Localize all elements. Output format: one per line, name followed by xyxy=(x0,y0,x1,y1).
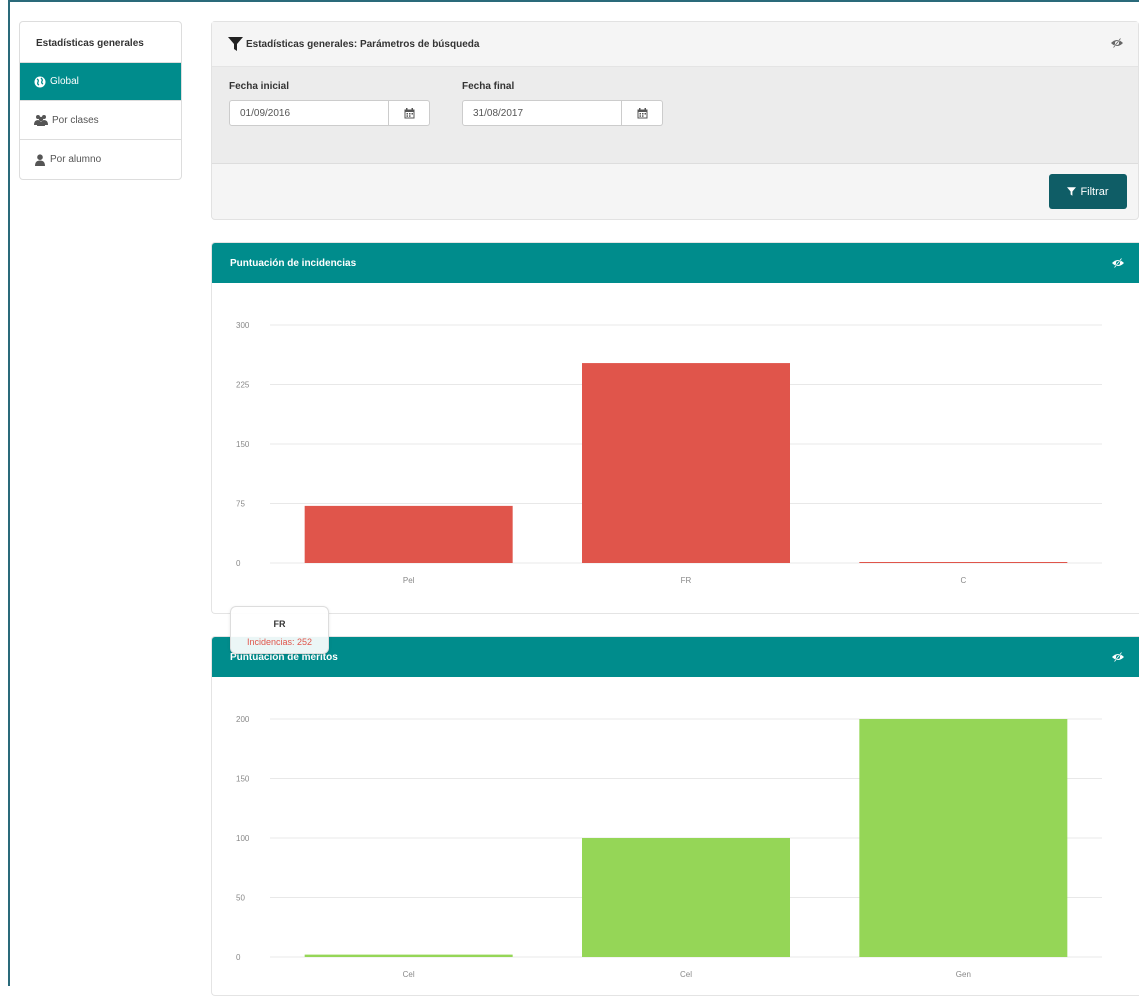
filter-button[interactable]: Filtrar xyxy=(1049,174,1127,209)
x-tick-label: Pel xyxy=(403,576,415,585)
filter-panel-title: Estadísticas generales: Parámetros de bú… xyxy=(246,38,480,50)
sidebar-item-por-alumno[interactable]: Por alumno xyxy=(20,140,181,179)
y-tick-label: 0 xyxy=(236,559,241,568)
filter-button-label: Filtrar xyxy=(1080,185,1109,198)
end-date-input[interactable] xyxy=(462,100,622,126)
end-date-calendar-button[interactable] xyxy=(622,100,663,126)
filter-panel-header: Estadísticas generales: Parámetros de bú… xyxy=(212,22,1138,67)
y-tick-label: 50 xyxy=(236,894,245,903)
end-date-label: Fecha final xyxy=(462,81,515,92)
chart-bar[interactable] xyxy=(859,719,1068,957)
calendar-icon xyxy=(637,107,647,118)
incidencias-bar-chart: 0 75 150 225 300 Pel FR C xyxy=(236,321,1102,585)
y-tick-label: 150 xyxy=(236,440,250,449)
incidencias-panel-header: Puntuación de incidencias xyxy=(212,243,1139,283)
tooltip-title: FR xyxy=(273,619,286,629)
sidebar-item-por-clases[interactable]: Por clases xyxy=(20,101,181,140)
filter-panel: Estadísticas generales: Parámetros de bú… xyxy=(211,21,1139,220)
sidebar-item-global[interactable]: Global xyxy=(20,63,181,101)
eye-slash-icon[interactable] xyxy=(1111,652,1125,662)
y-tick-label: 225 xyxy=(236,381,250,390)
filter-icon xyxy=(228,37,243,51)
globe-icon xyxy=(34,76,46,87)
eye-slash-icon[interactable] xyxy=(1110,38,1124,48)
start-date-input[interactable] xyxy=(229,100,389,126)
y-tick-label: 150 xyxy=(236,775,250,784)
sidebar-item-label: Por alumno xyxy=(50,154,102,165)
chart-bar[interactable] xyxy=(304,954,513,957)
y-tick-label: 75 xyxy=(236,500,245,509)
incidencias-panel-title: Puntuación de incidencias xyxy=(230,257,357,269)
start-date-label: Fecha inicial xyxy=(229,81,290,92)
end-date-group: Fecha final xyxy=(462,81,663,126)
x-tick-label: Cel xyxy=(680,970,692,979)
start-date-group: Fecha inicial xyxy=(229,81,430,126)
tooltip-value: Incidencias: 252 xyxy=(246,637,313,647)
y-tick-label: 200 xyxy=(236,715,250,724)
incidencias-chart-panel: Puntuación de incidencias 0 75 150 225 300 Pe… xyxy=(211,242,1139,614)
user-icon xyxy=(35,153,45,166)
start-date-calendar-button[interactable] xyxy=(389,100,430,126)
x-tick-label: FR xyxy=(681,576,692,585)
eye-slash-icon[interactable] xyxy=(1111,258,1125,268)
x-tick-label: C xyxy=(960,576,966,585)
meritos-chart-panel: Puntuación de méritos 0 50 100 150 200 Cel Cel… xyxy=(211,636,1139,996)
filter-panel-body: Fecha inicial Fecha final xyxy=(212,67,1138,164)
chart-bar[interactable] xyxy=(582,838,790,957)
y-tick-label: 100 xyxy=(236,834,250,843)
chart-bar[interactable] xyxy=(582,363,790,563)
chart-bar[interactable] xyxy=(859,562,1068,563)
x-tick-label: Cel xyxy=(403,970,415,979)
users-icon xyxy=(34,115,48,126)
filter-panel-footer: Filtrar xyxy=(212,164,1138,221)
chart-bar[interactable] xyxy=(304,505,513,563)
sidebar-item-label: Por clases xyxy=(52,114,99,126)
x-tick-label: Gen xyxy=(956,970,971,979)
calendar-icon xyxy=(404,107,414,118)
sidebar-nav: Estadísticas generales Global Por clases… xyxy=(19,21,182,180)
meritos-bar-chart: 0 50 100 150 200 Cel Cel Gen xyxy=(236,715,1102,979)
y-tick-label: 0 xyxy=(236,953,241,962)
sidebar-item-label: Global xyxy=(50,76,79,87)
meritos-panel-header: Puntuación de méritos xyxy=(212,637,1139,677)
filter-icon xyxy=(1067,187,1077,196)
y-tick-label: 300 xyxy=(236,321,250,330)
chart-tooltip: FR Incidencias: 252 xyxy=(230,606,329,654)
sidebar-title: Estadísticas generales xyxy=(20,22,181,63)
